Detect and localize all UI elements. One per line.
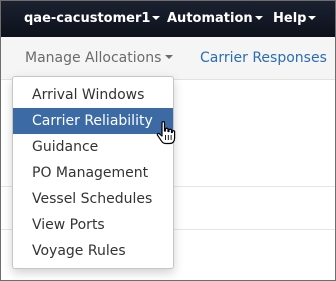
menu-item-po-management[interactable]: PO Management <box>13 160 173 186</box>
app-window: qae-cacustomer1 Automation Help Manage A… <box>0 0 336 281</box>
menu-item-guidance[interactable]: Guidance <box>13 134 173 160</box>
carrier-responses-link[interactable]: Carrier Responses <box>200 49 327 67</box>
menu-item-arrival-windows[interactable]: Arrival Windows <box>13 82 173 108</box>
menu-item-view-ports[interactable]: View Ports <box>13 212 173 238</box>
menu-item-carrier-reliability[interactable]: Carrier Reliability <box>13 108 173 134</box>
manage-allocations-menu[interactable]: Manage Allocations <box>25 49 174 67</box>
manage-allocations-label: Manage Allocations <box>25 50 162 66</box>
caret-down-icon <box>165 55 174 59</box>
automation-menu[interactable]: Automation <box>167 11 263 27</box>
caret-down-icon <box>308 15 317 20</box>
user-menu[interactable]: qae-cacustomer1 <box>24 11 161 27</box>
caret-down-icon <box>152 15 161 20</box>
automation-menu-label: Automation <box>167 11 253 26</box>
sub-navbar: Manage Allocations Carrier Responses <box>1 37 335 80</box>
user-menu-label: qae-cacustomer1 <box>24 11 151 26</box>
menu-item-voyage-rules[interactable]: Voyage Rules <box>13 238 173 264</box>
help-menu-label: Help <box>273 11 307 26</box>
caret-down-icon <box>254 15 263 20</box>
manage-allocations-dropdown: Arrival Windows Carrier Reliability Guid… <box>12 76 174 269</box>
dropdown-menu-list: Arrival Windows Carrier Reliability Guid… <box>13 77 173 264</box>
top-navbar: qae-cacustomer1 Automation Help <box>1 1 335 37</box>
hand-pointer-icon <box>156 121 176 145</box>
menu-item-vessel-schedules[interactable]: Vessel Schedules <box>13 186 173 212</box>
help-menu[interactable]: Help <box>273 11 317 27</box>
